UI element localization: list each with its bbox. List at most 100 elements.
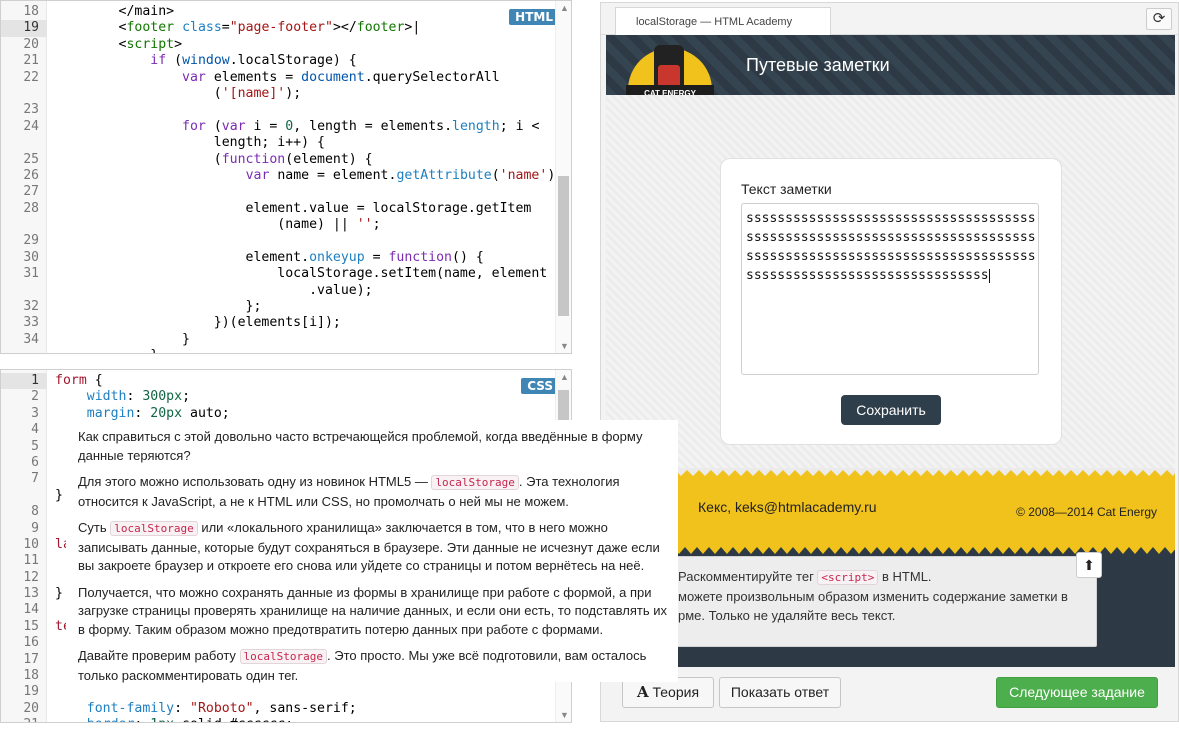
code-line[interactable]: 1 form {: [1, 373, 555, 390]
code-text[interactable]: (function(element) {: [55, 152, 373, 168]
scroll-up-arrow-icon[interactable]: ▲: [560, 3, 569, 13]
theory-popup: Как справиться с этой довольно часто вст…: [66, 420, 678, 683]
code-line[interactable]: 21 border: 1px solid #cccccc;: [1, 717, 555, 722]
code-line[interactable]: 25 (function(element) {: [1, 152, 555, 168]
code-text[interactable]: }: [55, 488, 63, 504]
code-text[interactable]: element.value = localStorage.getItem: [55, 201, 532, 217]
code-line[interactable]: 26 var name = element.getAttribute('name…: [1, 167, 563, 184]
scroll-up-arrow-icon[interactable]: ▲: [560, 372, 569, 382]
code-text[interactable]: element.onkeyup = function() {: [55, 250, 484, 266]
code-line[interactable]: 20 font-family: "Roboto", sans-serif;: [1, 701, 555, 717]
code-line[interactable]: 18 </main>: [1, 4, 555, 20]
code-text[interactable]: <script>: [55, 37, 183, 53]
code-line[interactable]: 31 localStorage.setItem(name, element: [1, 266, 555, 282]
code-line[interactable]: 34 }: [1, 332, 555, 348]
code-line[interactable]: 19: [1, 684, 555, 700]
code-chip: <script>: [817, 570, 879, 585]
line-number: 8: [31, 504, 39, 520]
code-line[interactable]: 27: [1, 184, 555, 200]
code-line[interactable]: 32 };: [1, 299, 555, 315]
code-text[interactable]: var name = element.getAttribute('name');: [55, 168, 564, 184]
code-text[interactable]: border: 1px solid #cccccc;: [55, 717, 293, 722]
code-text[interactable]: }: [55, 586, 63, 602]
line-number: 12: [23, 569, 39, 585]
theory-paragraph: Для этого можно использовать одну из нов…: [78, 474, 620, 509]
code-text[interactable]: localStorage.setItem(name, element: [55, 266, 547, 282]
line-number: 9: [31, 520, 39, 536]
html-language-badge: HTML: [509, 9, 559, 25]
code-text[interactable]: (name) || '';: [55, 217, 380, 233]
theory-paragraph: Суть localStorage или «локального хранил…: [78, 520, 660, 573]
code-line[interactable]: 24 for (var i = 0, length = elements.len…: [1, 119, 555, 135]
line-number: 7: [31, 471, 39, 487]
code-text[interactable]: width: 300px;: [55, 389, 190, 405]
code-text[interactable]: .value);: [55, 283, 373, 299]
code-text[interactable]: }: [55, 332, 190, 348]
line-number: 25: [23, 151, 39, 167]
line-number: 10: [23, 536, 39, 552]
code-line[interactable]: 33 })(elements[i]);: [1, 315, 555, 331]
code-text[interactable]: })(elements[i]);: [55, 315, 341, 331]
next-task-button[interactable]: Следующее задание: [996, 677, 1158, 708]
code-text[interactable]: ('[name]');: [55, 86, 301, 102]
line-number: 21: [1, 717, 39, 722]
zigzag-divider: [606, 468, 1175, 476]
line-number: 29: [23, 233, 39, 249]
code-text[interactable]: <footer class="page-footer"></footer>|: [55, 20, 421, 36]
code-line[interactable]: ('[name]');: [1, 86, 555, 102]
preview-tab-strip: localStorage — HTML Academy ⟳: [601, 3, 1178, 36]
html-code-editor[interactable]: 18 </main> 19 <footer class="page-footer"…: [0, 0, 572, 354]
html-code-lines[interactable]: 18 </main> 19 <footer class="page-footer"…: [1, 4, 563, 353]
code-line[interactable]: 20 <script>: [1, 37, 555, 53]
preview-tab[interactable]: localStorage — HTML Academy: [615, 7, 831, 36]
scroll-down-arrow-icon[interactable]: ▼: [560, 341, 569, 351]
line-number: 26: [23, 167, 39, 183]
text-caret: [988, 268, 990, 283]
line-number: 33: [23, 315, 39, 331]
code-chip: localStorage: [110, 521, 198, 536]
line-number: 17: [23, 651, 39, 667]
collapse-task-up-icon[interactable]: ⬆: [1076, 552, 1102, 578]
code-line[interactable]: }: [1, 348, 555, 353]
line-number: 13: [23, 586, 39, 602]
code-line[interactable]: 22 var elements = document.querySelector…: [1, 70, 555, 86]
show-answer-button[interactable]: Показать ответ: [719, 677, 841, 708]
code-line[interactable]: 21 if (window.localStorage) {: [1, 53, 555, 69]
line-number: 20: [23, 36, 39, 52]
scrollbar-thumb[interactable]: [558, 176, 569, 316]
task-line: Раскомментируйте тег <script> в HTML.: [678, 569, 932, 585]
code-line[interactable]: 30 element.onkeyup = function() {: [1, 250, 555, 266]
code-line[interactable]: 19 <footer class="page-footer"></footer>…: [1, 20, 555, 37]
code-text[interactable]: length; i++) {: [55, 135, 325, 151]
code-line[interactable]: (name) || '';: [1, 217, 555, 233]
code-line[interactable]: length; i++) {: [1, 135, 555, 151]
code-text[interactable]: };: [55, 299, 262, 315]
code-line[interactable]: 29: [1, 233, 555, 249]
save-button[interactable]: Сохранить: [841, 395, 941, 425]
html-editor-scrollbar[interactable]: ▲ ▼: [555, 1, 571, 353]
theory-paragraph: Давайте проверим работу localStorage. Эт…: [78, 648, 647, 683]
code-line[interactable]: 28 element.value = localStorage.getItem: [1, 201, 555, 217]
task-line: рме. Только не удаляйте весь текст.: [678, 608, 896, 623]
code-text[interactable]: font-family: "Roboto", sans-serif;: [55, 701, 357, 717]
code-line[interactable]: 2 width: 300px;: [1, 389, 555, 405]
reload-icon[interactable]: ⟳: [1146, 8, 1172, 30]
theory-paragraph: Получается, что можно сохранять данные и…: [78, 584, 668, 637]
code-text[interactable]: }: [55, 348, 158, 353]
code-text[interactable]: </main>: [55, 4, 175, 20]
code-line[interactable]: 23: [1, 102, 555, 118]
code-text[interactable]: for (var i = 0, length = elements.length…: [55, 119, 539, 135]
line-number: 19: [23, 684, 39, 700]
code-text[interactable]: form {: [55, 373, 103, 389]
footer-copyright: © 2008—2014 Cat Energy: [1016, 505, 1157, 519]
line-number: 2: [31, 389, 39, 405]
code-text[interactable]: var elements = document.querySelectorAll: [55, 70, 500, 86]
code-line[interactable]: .value);: [1, 283, 555, 299]
scroll-down-arrow-icon[interactable]: ▼: [560, 710, 569, 720]
site-title: Путевые заметки: [746, 55, 890, 75]
note-textarea[interactable]: ssssssssssssssssssssssssssssssssssssssss…: [741, 203, 1039, 375]
line-number: 27: [23, 184, 39, 200]
line-number: 6: [31, 454, 39, 470]
code-text[interactable]: if (window.localStorage) {: [55, 53, 356, 69]
line-number: 32: [23, 299, 39, 315]
